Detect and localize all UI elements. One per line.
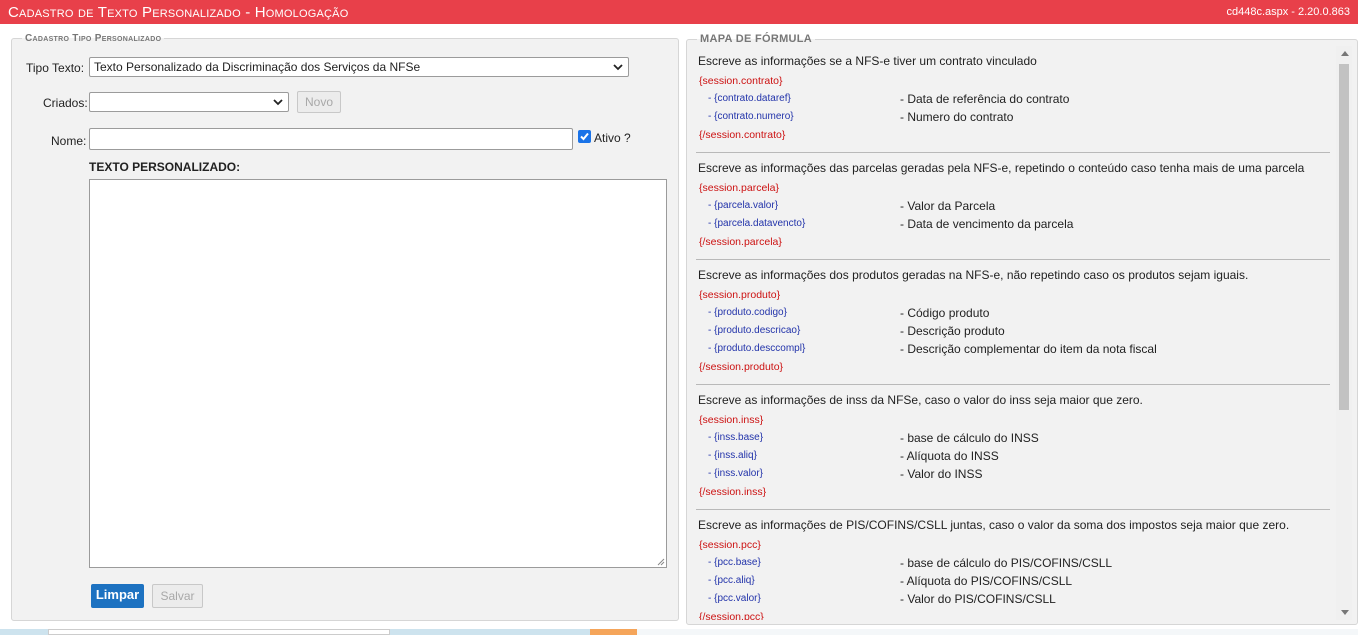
tipo-texto-label: Tipo Texto: — [26, 61, 85, 75]
section-open-tag: {session.produto} — [699, 289, 781, 301]
formula-code: - {pcc.base} — [708, 557, 761, 568]
ativo-checkbox[interactable] — [578, 130, 591, 143]
formula-code: - {produto.codigo} — [708, 307, 787, 318]
formula-code: - {produto.desccompl} — [708, 343, 806, 354]
formula-section: Escreve as informações dos produtos gera… — [696, 260, 1330, 385]
formula-item: - {inss.valor} - Valor do INSS — [696, 465, 1330, 483]
footer-segment — [637, 629, 1358, 635]
resize-handle-icon[interactable] — [656, 557, 665, 566]
formula-item: - {pcc.aliq} - Alíquota do PIS/COFINS/CSL… — [696, 572, 1330, 590]
check-icon — [580, 132, 589, 141]
formula-code: - {inss.valor} — [708, 468, 764, 479]
limpar-button[interactable]: Limpar — [91, 584, 144, 608]
formula-meaning: - Data de vencimento da parcela — [900, 217, 1074, 231]
nome-input[interactable] — [89, 128, 573, 150]
tipo-texto-value: Texto Personalizado da Discriminação dos… — [94, 60, 421, 74]
formula-meaning: - Numero do contrato — [900, 110, 1014, 124]
formula-item: - {pcc.valor} - Valor do PIS/COFINS/CSLL — [696, 590, 1330, 608]
formula-item: - {inss.base} - base de cálculo do INSS — [696, 429, 1330, 447]
formula-meaning: - Data de referência do contrato — [900, 92, 1070, 106]
section-description: Escreve as informações de PIS/COFINS/CSL… — [698, 518, 1290, 532]
formula-meaning: - base de cálculo do PIS/COFINS/CSLL — [900, 556, 1113, 570]
tipo-texto-select[interactable]: Texto Personalizado da Discriminação dos… — [89, 57, 629, 77]
criados-label: Criados: — [43, 96, 88, 110]
formula-code: - {parcela.datavencto} — [708, 218, 806, 229]
formula-meaning: - Alíquota do INSS — [900, 449, 999, 463]
formula-code: - {parcela.valor} — [708, 200, 779, 211]
formula-meaning: - Valor da Parcela — [900, 199, 996, 213]
footer-segment — [590, 629, 637, 635]
formula-meaning: - Valor do INSS — [900, 467, 983, 481]
formula-item: - {produto.descricao} - Descrição produto — [696, 322, 1330, 340]
formula-section: Escreve as informações das parcelas gera… — [696, 153, 1330, 260]
scroll-down-icon[interactable] — [1341, 610, 1349, 615]
footer-segment — [48, 629, 390, 635]
salvar-button[interactable]: Salvar — [152, 584, 203, 608]
section-open-tag: {session.contrato} — [699, 75, 783, 87]
formula-meaning: - Valor do PIS/COFINS/CSLL — [900, 592, 1056, 606]
section-close-tag: {/session.produto} — [699, 361, 784, 373]
formula-code: - {inss.base} — [708, 432, 764, 443]
formula-meaning: - Descrição produto — [900, 324, 1005, 338]
novo-button[interactable]: Novo — [297, 91, 341, 113]
section-description: Escreve as informações se a NFS-e tiver … — [698, 54, 1037, 68]
section-close-tag: {/session.contrato} — [699, 129, 786, 141]
section-open-tag: {session.inss} — [699, 414, 764, 426]
chevron-down-icon — [613, 64, 623, 71]
ativo-label: Ativo ? — [594, 131, 631, 145]
formula-meaning: - Alíquota do PIS/COFINS/CSLL — [900, 574, 1073, 588]
formula-map-list[interactable]: Escreve as informações se a NFS-e tiver … — [696, 46, 1330, 620]
section-close-tag: {/session.pcc} — [699, 611, 764, 620]
texto-personalizado-textarea[interactable] — [89, 179, 667, 568]
section-open-tag: {session.parcela} — [699, 182, 779, 194]
texto-personalizado-label: TEXTO PERSONALIZADO: — [89, 160, 241, 174]
nome-label: Nome: — [51, 134, 87, 148]
formula-meaning: - Descrição complementar do item da nota… — [900, 342, 1157, 356]
section-description: Escreve as informações dos produtos gera… — [698, 268, 1249, 282]
formula-code: - {pcc.valor} — [708, 593, 761, 604]
scroll-up-icon[interactable] — [1341, 51, 1349, 56]
formula-section: Escreve as informações se a NFS-e tiver … — [696, 46, 1330, 153]
formula-item: - {contrato.numero} - Numero do contrato — [696, 108, 1330, 126]
formula-item: - {parcela.datavencto} - Data de vencimen… — [696, 215, 1330, 233]
formula-item: - {produto.desccompl} - Descrição complem… — [696, 340, 1330, 358]
section-description: Escreve as informações de inss da NFSe, … — [698, 393, 1143, 407]
formula-code: - {produto.descricao} — [708, 325, 801, 336]
formula-section: Escreve as informações de PIS/COFINS/CSL… — [696, 510, 1330, 620]
page-title: Cadastro de Texto Personalizado - Homolo… — [8, 4, 349, 21]
criados-select[interactable] — [89, 92, 289, 112]
scroll-thumb[interactable] — [1339, 64, 1349, 410]
section-close-tag: {/session.inss} — [699, 486, 767, 498]
formula-map-legend: MAPA DE FÓRMULA — [700, 33, 813, 45]
formula-section: Escreve as informações de inss da NFSe, … — [696, 385, 1330, 510]
title-bar: Cadastro de Texto Personalizado - Homolo… — [0, 0, 1358, 24]
form-legend: Cadastro Tipo Personalizado — [25, 33, 162, 44]
formula-item: - {contrato.dataref} - Data de referência… — [696, 90, 1330, 108]
formula-map-scrollbar[interactable] — [1336, 46, 1352, 620]
formula-meaning: - base de cálculo do INSS — [900, 431, 1039, 445]
formula-item: - {pcc.base} - base de cálculo do PIS/COF… — [696, 554, 1330, 572]
section-description: Escreve as informações das parcelas gera… — [698, 161, 1305, 175]
formula-code: - {contrato.numero} — [708, 111, 794, 122]
section-open-tag: {session.pcc} — [699, 539, 761, 551]
formula-item: - {produto.codigo} - Código produto — [696, 304, 1330, 322]
footer-strip — [0, 629, 1358, 635]
formula-code: - {inss.aliq} — [708, 450, 757, 461]
version-label: cd448c.aspx - 2.20.0.863 — [1226, 6, 1350, 18]
formula-meaning: - Código produto — [900, 306, 990, 320]
formula-item: - {parcela.valor} - Valor da Parcela — [696, 197, 1330, 215]
section-close-tag: {/session.parcela} — [699, 236, 782, 248]
formula-code: - {pcc.aliq} — [708, 575, 755, 586]
chevron-down-icon — [273, 99, 283, 106]
formula-item: - {inss.aliq} - Alíquota do INSS — [696, 447, 1330, 465]
formula-code: - {contrato.dataref} — [708, 93, 791, 104]
